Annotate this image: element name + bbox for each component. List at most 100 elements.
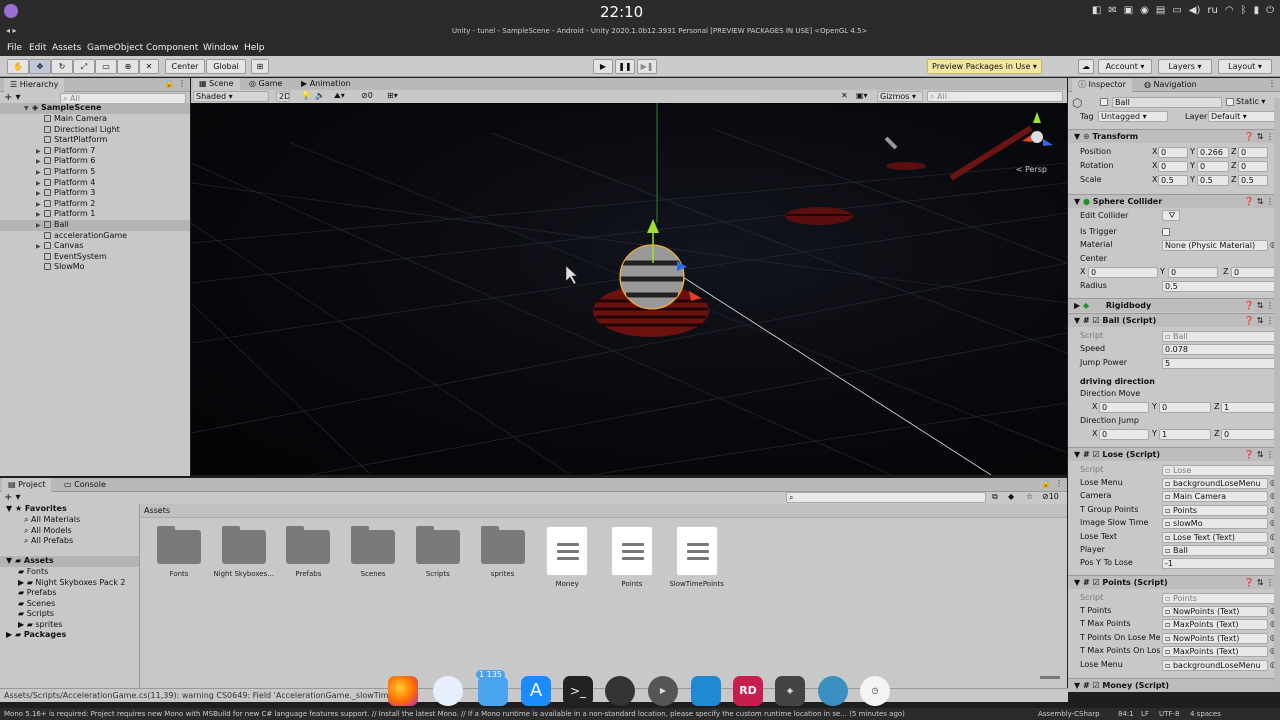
unity-icon[interactable]: ◈: [775, 676, 805, 706]
speed-field[interactable]: 0.078: [1162, 344, 1276, 355]
hierarchy-item[interactable]: ▶ Platform 1: [0, 209, 190, 220]
account-dropdown[interactable]: Account ▾: [1098, 59, 1152, 74]
position-x-field[interactable]: 0: [1158, 147, 1188, 158]
perspective-label[interactable]: < Persp: [1016, 165, 1047, 174]
object-reference-field[interactable]: ▫ slowMo: [1162, 518, 1268, 530]
object-reference-field[interactable]: ▫ NowPoints (Text): [1162, 632, 1268, 644]
effects-icon[interactable]: ⛰▾: [334, 91, 345, 101]
component-actions-icon[interactable]: ❓ ⇅ ⋮: [1244, 299, 1274, 312]
component-actions-icon[interactable]: ❓ ⇅ ⋮: [1244, 314, 1274, 327]
points-script-checkbox-icon[interactable]: ☑: [1092, 578, 1099, 587]
custom-tool-icon[interactable]: ✕: [139, 59, 159, 74]
filter-by-type-icon[interactable]: ⧉: [992, 492, 998, 502]
layers-dropdown[interactable]: Layers ▾: [1158, 59, 1212, 74]
hierarchy-item[interactable]: ▶ Canvas: [0, 241, 190, 252]
hierarchy-item[interactable]: accelerationGame: [0, 231, 190, 242]
step-button[interactable]: ▶❚: [637, 59, 657, 74]
object-reference-field[interactable]: ▫ Lose Text (Text): [1162, 531, 1268, 543]
add-object-button[interactable]: + ▾: [4, 92, 21, 103]
direction-jump-z-field[interactable]: 0: [1221, 429, 1275, 440]
hierarchy-item[interactable]: ▶ Platform 3: [0, 188, 190, 199]
asset-tree-item[interactable]: ▰ Scenes: [18, 599, 55, 608]
expand-arrow-icon[interactable]: ▶: [36, 157, 44, 167]
lock-icon[interactable]: 🔒: [164, 79, 174, 88]
layer-dropdown[interactable]: Default ▾: [1208, 111, 1276, 122]
active-checkbox[interactable]: [1100, 98, 1108, 106]
object-reference-field[interactable]: ▫ Ball: [1162, 545, 1268, 556]
layout-dropdown[interactable]: Layout ▾: [1218, 59, 1272, 74]
tray-chrome-icon[interactable]: ◉: [1140, 5, 1149, 16]
rigidbody-header[interactable]: ▶ ◆ Rigidbody ❓ ⇅ ⋮: [1068, 298, 1280, 312]
asset-item[interactable]: sprites: [468, 526, 538, 578]
favorite-all-models[interactable]: ⌕ All Models: [24, 526, 72, 536]
cloud-icon[interactable]: ☁: [1078, 59, 1094, 74]
hierarchy-item[interactable]: ▶ Platform 2: [0, 199, 190, 210]
object-reference-field[interactable]: ▫ MaxPoints (Text): [1162, 646, 1268, 658]
direction-move-y-field[interactable]: 0: [1159, 402, 1211, 413]
asset-item[interactable]: Scenes: [338, 526, 408, 578]
asset-tree-item[interactable]: ▰ Scripts: [18, 609, 54, 618]
menu-file[interactable]: File: [7, 43, 22, 53]
expand-arrow-icon[interactable]: ▶: [36, 147, 44, 157]
direction-jump-y-field[interactable]: 1: [1159, 429, 1211, 440]
asset-item[interactable]: Prefabs: [273, 526, 343, 578]
hand-tool-icon[interactable]: ✋: [7, 59, 29, 74]
static-dropdown[interactable]: Static ▾: [1236, 97, 1265, 106]
scale-y-field[interactable]: 0.5: [1197, 175, 1229, 186]
object-reference-field[interactable]: ▫ backgroundLoseMenu: [1162, 659, 1268, 671]
menu-assets[interactable]: Assets: [52, 43, 81, 53]
hierarchy-item[interactable]: StartPlatform: [0, 135, 190, 146]
audio-icon[interactable]: 🔊: [315, 91, 325, 100]
panel-menu-icon[interactable]: ⋮: [178, 79, 186, 88]
hierarchy-item[interactable]: ▶ Platform 6: [0, 156, 190, 167]
grid-icon[interactable]: ⊞▾: [387, 91, 398, 100]
bluetooth-icon[interactable]: ᛒ: [1241, 5, 1247, 16]
tab-project[interactable]: ▤ Project: [2, 478, 52, 492]
shading-mode-dropdown[interactable]: Shaded ▾: [193, 91, 269, 102]
rotation-y-field[interactable]: 0: [1197, 161, 1229, 172]
panel-menu-icon[interactable]: ⋮: [1268, 79, 1276, 88]
object-reference-field[interactable]: ▫ backgroundLoseMenu: [1162, 478, 1268, 489]
status-line-ending[interactable]: LF: [1141, 708, 1149, 720]
tray-mail-icon[interactable]: ✉: [1108, 5, 1116, 16]
lose-script-header[interactable]: ▼ # ☑ Lose (Script) ❓ ⇅ ⋮: [1068, 447, 1280, 461]
direction-move-z-field[interactable]: 1: [1221, 402, 1275, 413]
tag-dropdown[interactable]: Untagged ▾: [1098, 111, 1168, 122]
asset-tree-item[interactable]: ▶ ▰ Night Skyboxes Pack 2: [18, 578, 125, 587]
scene-viewport[interactable]: < Persp: [191, 103, 1067, 475]
rotate-tool-icon[interactable]: ↻: [51, 59, 73, 74]
jump-power-field[interactable]: 5: [1162, 358, 1276, 369]
asset-item[interactable]: Points: [597, 526, 667, 588]
scene-root[interactable]: ▼ ◈ SampleScene: [0, 103, 190, 114]
packages-folder-row[interactable]: ▶ ▰ Packages: [6, 630, 66, 639]
asset-tree-item[interactable]: ▰ Fonts: [18, 567, 48, 576]
is-trigger-checkbox[interactable]: [1162, 228, 1170, 236]
tray-network-icon[interactable]: ▭: [1172, 5, 1181, 16]
hierarchy-item[interactable]: EventSystem: [0, 252, 190, 263]
project-search-input[interactable]: ⌕: [786, 492, 986, 503]
panel-menu-icon[interactable]: ⋮: [1055, 479, 1063, 488]
terminal-icon[interactable]: >_: [563, 676, 593, 706]
asset-item[interactable]: Money: [532, 526, 602, 588]
tab-console[interactable]: ▭ Console: [58, 478, 112, 492]
inspector-scrollbar[interactable]: [1274, 98, 1280, 688]
move-tool-icon[interactable]: ✥: [29, 59, 51, 74]
object-reference-field[interactable]: ▫ NowPoints (Text): [1162, 606, 1268, 617]
asset-item[interactable]: Fonts: [144, 526, 214, 578]
zoom-slider[interactable]: [1040, 676, 1060, 679]
window-menu-icon[interactable]: ◂ ▸: [6, 26, 17, 35]
center-x-field[interactable]: 0: [1088, 267, 1158, 278]
menu-edit[interactable]: Edit: [29, 43, 46, 53]
edit-collider-button[interactable]: ⛛: [1162, 210, 1180, 221]
tools-icon[interactable]: ✕: [841, 91, 848, 100]
expand-arrow-icon[interactable]: ▶: [36, 200, 44, 210]
object-reference-field[interactable]: ▫ Points: [1162, 504, 1268, 516]
radius-field[interactable]: 0.5: [1162, 281, 1276, 292]
firefox-icon[interactable]: [388, 676, 418, 706]
expand-arrow-icon[interactable]: ▶: [36, 168, 44, 178]
expand-arrow-icon[interactable]: ▶: [36, 221, 44, 231]
money-script-checkbox-icon[interactable]: ☑: [1092, 681, 1099, 690]
create-asset-button[interactable]: + ▾: [4, 492, 21, 503]
lose-script-checkbox-icon[interactable]: ☑: [1092, 450, 1099, 459]
power-icon[interactable]: ⏻: [1266, 5, 1274, 16]
